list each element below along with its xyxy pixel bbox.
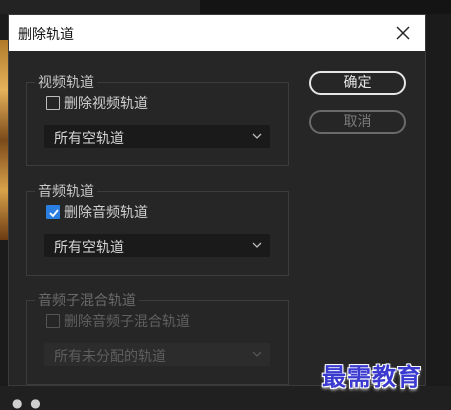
delete-tracks-dialog: 删除轨道 视频轨道 删除视频轨道 所有空轨道 音频轨道 删除音频轨道 所有空轨道…	[8, 14, 426, 386]
close-button[interactable]	[393, 23, 413, 43]
audio-submix-tracks-group: 音频子混合轨道 删除音频子混合轨道 所有未分配的轨道	[26, 290, 289, 385]
delete-audio-submix-tracks-label: 删除音频子混合轨道	[64, 314, 190, 330]
audio-tracks-group-label: 音频轨道	[35, 181, 97, 201]
video-tracks-select-value: 所有空轨道	[54, 131, 124, 147]
audio-tracks-group: 音频轨道 删除音频轨道 所有空轨道	[26, 181, 289, 276]
delete-audio-tracks-label[interactable]: 删除音频轨道	[64, 202, 148, 222]
ok-button[interactable]: 确定	[309, 71, 406, 95]
background-panel	[200, 0, 451, 14]
delete-video-tracks-label[interactable]: 删除视频轨道	[64, 93, 148, 113]
video-tracks-select[interactable]: 所有空轨道	[44, 125, 270, 148]
background-app-top	[0, 0, 451, 14]
audio-submix-tracks-group-label: 音频子混合轨道	[35, 290, 139, 310]
video-tracks-group: 视频轨道 删除视频轨道 所有空轨道	[26, 72, 289, 166]
video-tracks-group-label: 视频轨道	[35, 72, 97, 92]
audio-tracks-select-value: 所有空轨道	[54, 240, 124, 256]
cancel-button[interactable]: 取消	[309, 110, 406, 134]
close-icon	[396, 26, 410, 40]
delete-audio-submix-tracks-checkbox-row: 删除音频子混合轨道	[46, 312, 190, 330]
chevron-down-icon	[252, 242, 262, 248]
audio-submix-tracks-select: 所有未分配的轨道	[44, 343, 270, 366]
delete-audio-tracks-checkbox[interactable]	[46, 205, 60, 219]
dialog-title-bar: 删除轨道	[9, 15, 425, 51]
audio-tracks-select[interactable]: 所有空轨道	[44, 234, 270, 257]
delete-video-tracks-checkbox[interactable]	[46, 96, 60, 110]
dialog-title: 删除轨道	[18, 27, 74, 43]
chevron-down-icon	[252, 133, 262, 139]
chevron-down-icon	[252, 351, 262, 357]
delete-audio-submix-tracks-checkbox	[46, 314, 60, 328]
background-dots: ● ●	[12, 396, 43, 410]
delete-video-tracks-checkbox-row[interactable]: 删除视频轨道	[46, 94, 148, 112]
delete-audio-tracks-checkbox-row[interactable]: 删除音频轨道	[46, 203, 148, 221]
checkmark-icon	[49, 209, 59, 218]
watermark-logo: 最需教育	[322, 362, 422, 391]
background-thumbnail	[0, 40, 8, 240]
audio-submix-tracks-select-value: 所有未分配的轨道	[54, 349, 166, 365]
